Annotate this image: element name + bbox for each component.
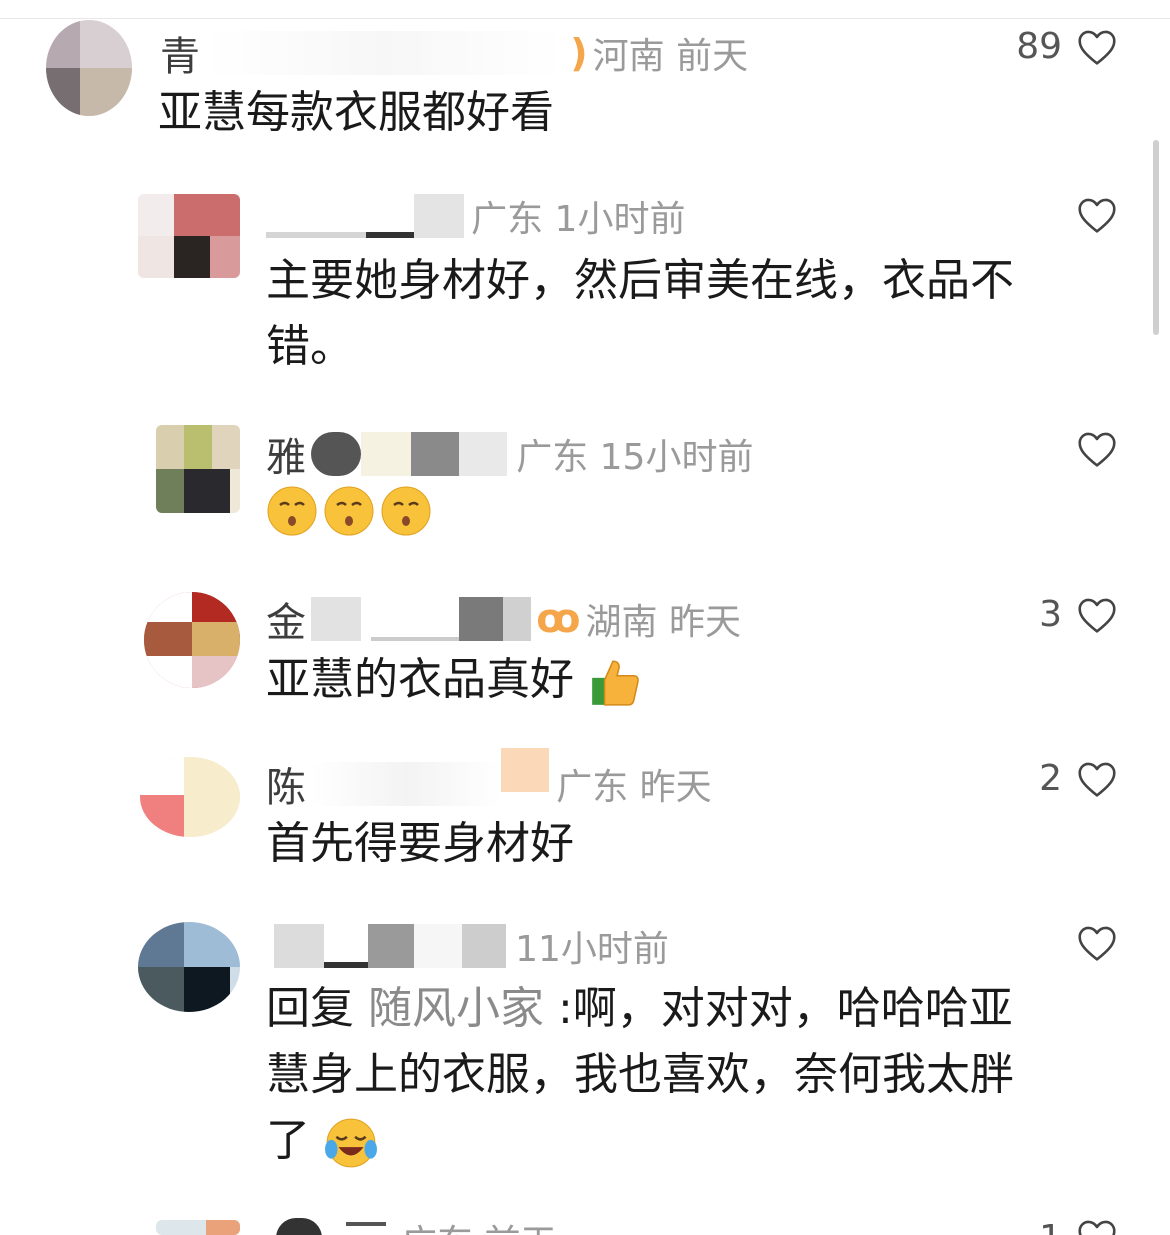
comment-meta: 广东 前天 [266, 1214, 557, 1235]
reply-item: 广东 前天 1 [0, 0, 1170, 1235]
like-count: 1 [1039, 1218, 1062, 1235]
username-redacted [266, 1218, 396, 1235]
like-button[interactable]: 1 [1039, 1218, 1118, 1235]
avatar[interactable] [156, 1220, 240, 1235]
heart-icon [1078, 1220, 1116, 1235]
location-time: 广东 前天 [401, 1223, 556, 1235]
